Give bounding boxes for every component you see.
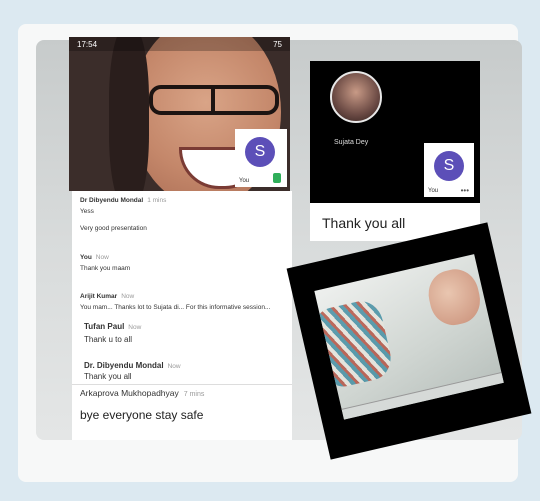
avatar: S — [245, 137, 275, 167]
glasses — [149, 85, 279, 115]
message-author: Dr. Dibyendu Mondal — [84, 361, 164, 370]
message-time: 7 mins — [183, 391, 205, 398]
chat-message: You Now Thank you maam — [80, 254, 130, 272]
message-text: You mam... Thanks lot to Sujata di... Fo… — [80, 304, 271, 311]
message-time: Now — [95, 254, 109, 261]
selfie-video-screenshot: 17:54 75 S You — [69, 37, 290, 191]
message-author: Tufan Paul — [84, 322, 125, 331]
hand — [423, 264, 485, 330]
message-time: Now — [121, 293, 135, 300]
painting-video-frame — [314, 254, 504, 420]
message-text: Thank u to all — [84, 335, 133, 344]
chat-message: Tufan Paul Now Thank u to all — [84, 322, 141, 344]
self-label: You — [428, 188, 439, 194]
participant-avatar — [330, 71, 382, 123]
message-author: Arijit Kumar — [80, 293, 118, 300]
message-text: Thank you maam — [80, 265, 131, 272]
mic-active-icon — [273, 173, 281, 183]
message-text: Thank you all — [84, 372, 132, 381]
message-text: Very good presentation — [80, 225, 147, 232]
hair — [109, 37, 149, 191]
divider — [72, 384, 292, 385]
battery-level: 75 — [273, 39, 282, 49]
status-bar: 17:54 75 — [69, 37, 290, 51]
self-label: You — [239, 178, 250, 184]
chat-panel: Dr Dibyendu Mondal 1 mins Yess Very good … — [72, 191, 292, 440]
message-text: Yess — [80, 208, 94, 215]
chat-message: Dr Dibyendu Mondal 1 mins Yess Very good … — [80, 197, 166, 232]
chat-message-latest: Arkaprova Mukhopadhyay 7 mins bye everyon… — [80, 388, 204, 422]
participant-name: Sujata Dey — [334, 139, 369, 146]
chat-message: Arijit Kumar Now You mam... Thanks lot to… — [80, 293, 270, 311]
message-time: Now — [167, 363, 181, 370]
participant-video-screenshot: Sujata Dey S You ••• — [310, 61, 480, 203]
message-time: 1 mins — [147, 197, 167, 204]
more-options-icon[interactable]: ••• — [461, 186, 469, 195]
self-tile[interactable]: S You ••• — [424, 143, 474, 197]
message-author: Arkaprova Mukhopadhyay — [80, 388, 179, 398]
self-tile[interactable]: S You — [235, 129, 287, 187]
painting — [314, 297, 396, 391]
message-author: You — [80, 254, 92, 261]
status-time: 17:54 — [77, 39, 98, 49]
message-author: Dr Dibyendu Mondal — [80, 197, 144, 204]
avatar: S — [434, 151, 464, 181]
chat-message: Dr. Dibyendu Mondal Now Thank you all — [84, 361, 181, 381]
message-text: bye everyone stay safe — [80, 408, 204, 422]
message-time: Now — [128, 324, 142, 331]
